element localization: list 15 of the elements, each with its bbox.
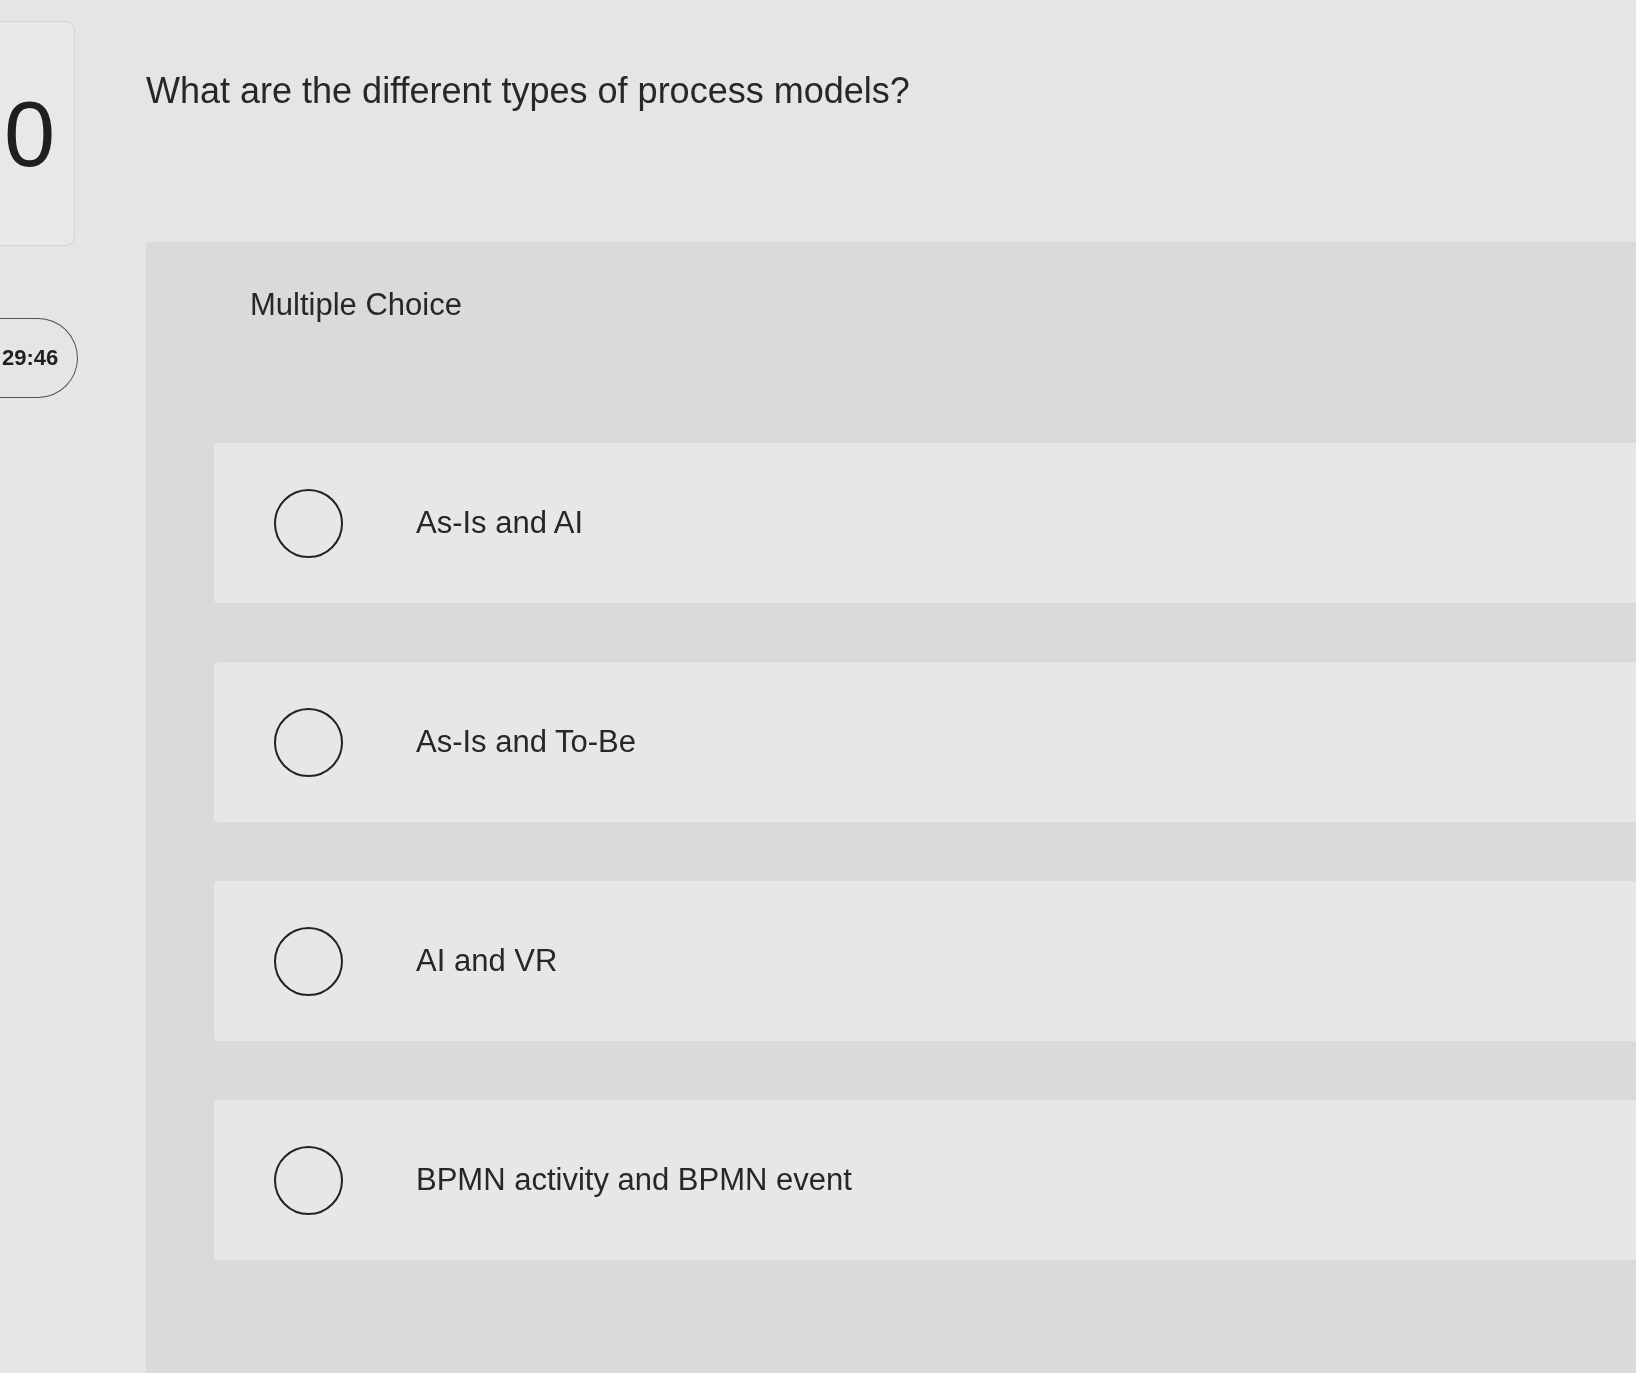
option-row[interactable]: AI and VR: [214, 881, 1636, 1041]
option-label: As-Is and To-Be: [416, 723, 636, 761]
radio-button[interactable]: [274, 926, 343, 996]
option-label: As-Is and AI: [416, 504, 584, 542]
question-text: What are the different types of process models?: [146, 69, 911, 113]
option-row[interactable]: As-Is and AI: [214, 443, 1636, 603]
question-number: 0: [4, 83, 56, 184]
radio-button[interactable]: [274, 707, 343, 777]
option-row[interactable]: As-Is and To-Be: [214, 662, 1636, 822]
radio-button[interactable]: [274, 1145, 343, 1215]
option-row[interactable]: BPMN activity and BPMN event: [214, 1100, 1636, 1260]
radio-button[interactable]: [274, 488, 343, 558]
option-label: AI and VR: [416, 942, 558, 980]
question-type-label: Multiple Choice: [250, 286, 463, 324]
option-label: BPMN activity and BPMN event: [416, 1161, 852, 1199]
